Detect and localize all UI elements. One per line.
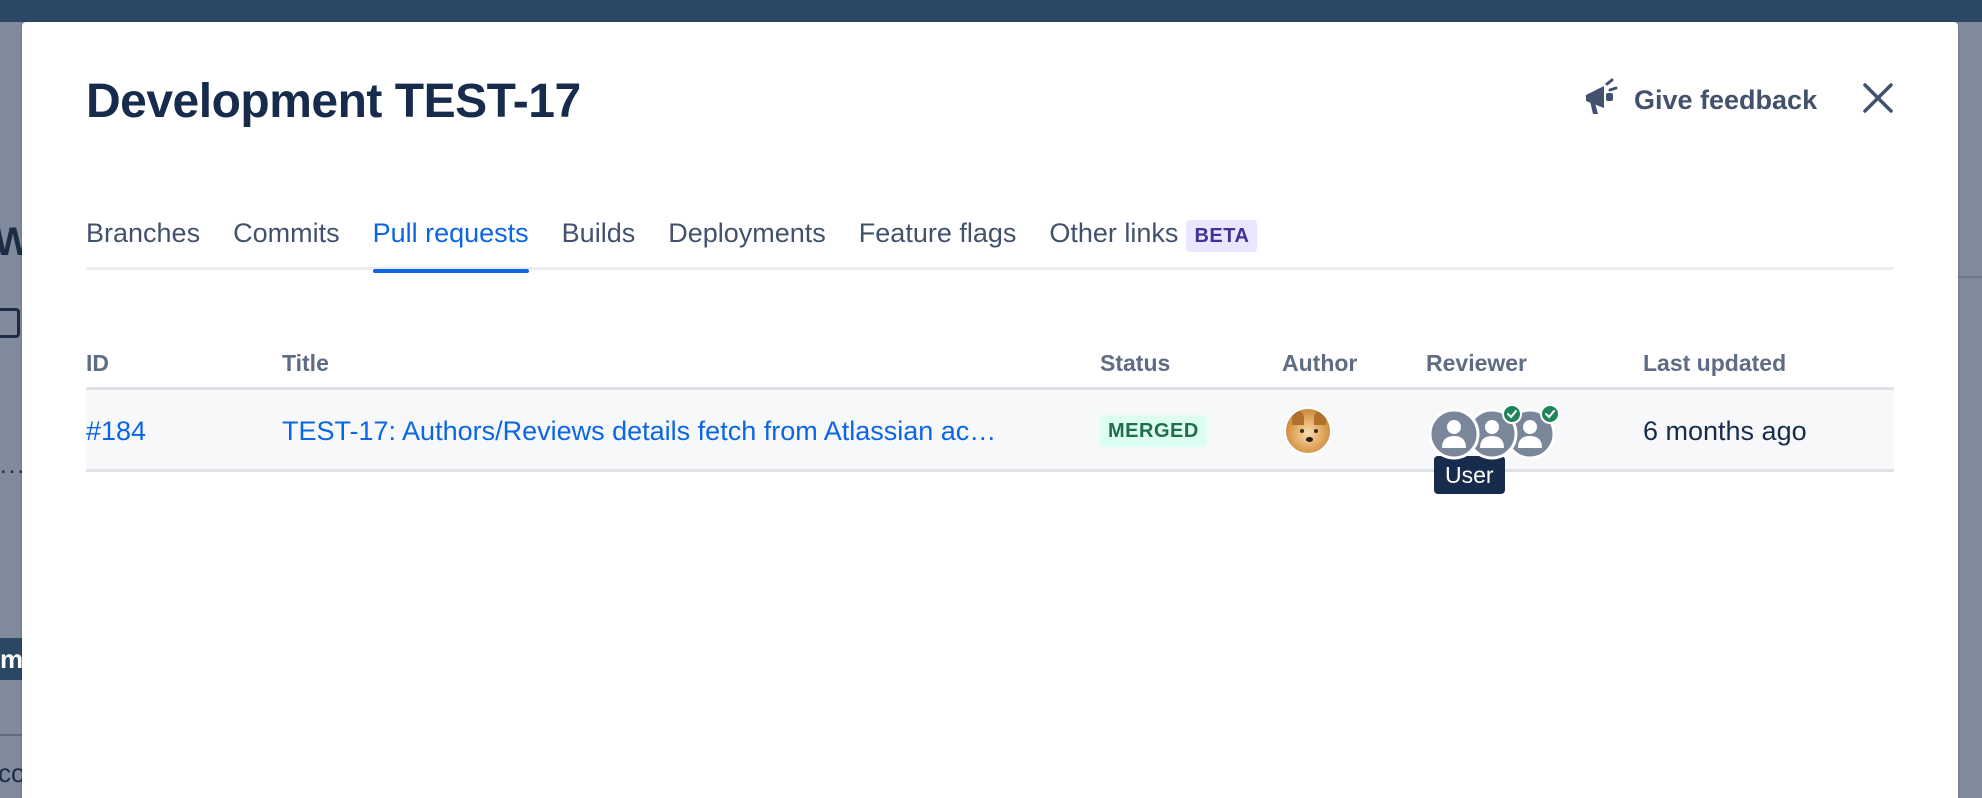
header-last-updated: Last updated (1643, 350, 1787, 376)
tab-feature-flags[interactable]: Feature flags (859, 212, 1017, 270)
tab-label: Deployments (668, 218, 826, 248)
megaphone-icon (1580, 78, 1620, 123)
tab-label: Builds (561, 218, 636, 248)
table-row: #184 TEST-17: Authors/Reviews details fe… (86, 390, 1894, 472)
close-icon (1861, 81, 1895, 120)
status-badge: MERGED (1100, 415, 1207, 447)
table-header: ID Title Status Author Reviewer Last upd… (86, 338, 1894, 390)
avatar-nose (1306, 437, 1313, 442)
header-author: Author (1282, 350, 1358, 376)
reviewer-avatar-1[interactable] (1428, 408, 1480, 460)
pr-id-link[interactable]: #184 (86, 416, 146, 447)
header-reviewer: Reviewer (1426, 350, 1528, 376)
avatar-eye (1314, 429, 1318, 433)
pull-requests-table: ID Title Status Author Reviewer Last upd… (86, 338, 1894, 472)
development-modal: Development TEST-17 Give feedback Branch… (22, 22, 1958, 798)
backdrop-left-pane: W ...... m co (0, 22, 50, 798)
header-title: Title (282, 350, 329, 376)
tab-bar: Branches Commits Pull requests Builds De… (86, 212, 1894, 273)
give-feedback-button[interactable]: Give feedback (1580, 78, 1817, 122)
tab-label: Pull requests (372, 218, 529, 248)
approved-check-icon (1540, 404, 1560, 424)
backdrop-divider (0, 734, 22, 736)
backdrop-button-text: m (0, 644, 24, 674)
reviewer-tooltip: User (1434, 456, 1505, 494)
approved-check-icon (1502, 404, 1522, 424)
avatar-eye (1300, 429, 1304, 433)
header-id: ID (86, 350, 109, 376)
backdrop-right-pane (1958, 22, 1982, 798)
header-status: Status (1100, 350, 1171, 376)
tab-label: Other links (1049, 218, 1179, 248)
tab-pull-requests[interactable]: Pull requests (372, 212, 529, 273)
tab-branches[interactable]: Branches (86, 212, 200, 270)
backdrop-topbar (0, 0, 1982, 22)
tab-commits[interactable]: Commits (233, 212, 340, 270)
modal-title: Development TEST-17 (86, 75, 581, 128)
tab-label: Feature flags (858, 218, 1017, 248)
close-button[interactable] (1858, 80, 1898, 120)
author-avatar[interactable] (1284, 407, 1332, 455)
backdrop-right-divider (1958, 276, 1982, 278)
reviewer-avatars (1428, 404, 1568, 460)
tab-other-links[interactable]: Other links BETA (1049, 212, 1258, 270)
tab-deployments[interactable]: Deployments (668, 212, 826, 270)
tab-builds[interactable]: Builds (562, 212, 636, 270)
avatar-ear (1314, 411, 1326, 425)
backdrop-button: m (0, 638, 24, 680)
give-feedback-label: Give feedback (1634, 84, 1818, 115)
user-avatar-icon (1428, 408, 1480, 460)
beta-badge: BETA (1186, 220, 1258, 252)
pr-title-link[interactable]: TEST-17: Authors/Reviews details fetch f… (282, 390, 1042, 472)
tab-label: Branches (86, 218, 201, 248)
avatar-ear (1292, 411, 1304, 425)
backdrop-checkbox-icon (0, 308, 20, 338)
last-updated-value: 6 months ago (1643, 415, 1807, 446)
tab-label: Commits (233, 218, 340, 248)
